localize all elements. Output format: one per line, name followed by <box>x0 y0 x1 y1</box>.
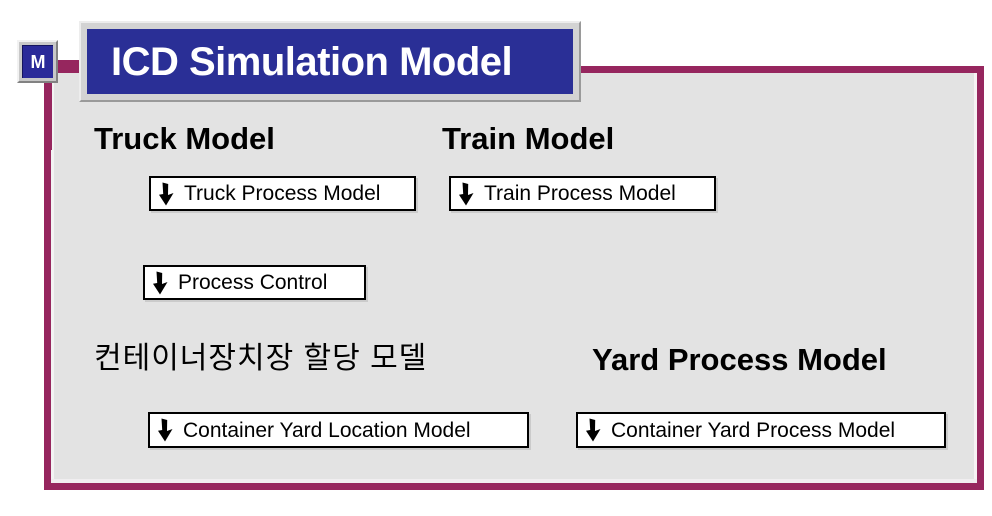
title-bar-inner: ICD Simulation Model <box>87 29 573 94</box>
node-label: Container Yard Process Model <box>611 418 896 442</box>
node-truck-process-model[interactable]: Truck Process Model <box>149 176 416 211</box>
page-title: ICD Simulation Model <box>111 39 513 84</box>
down-arrow-icon <box>159 182 174 205</box>
model-root-icon-label: M <box>22 45 53 78</box>
node-train-process-model[interactable]: Train Process Model <box>449 176 716 211</box>
diagram-canvas: M ICD Simulation Model Truck Model Train… <box>0 0 992 516</box>
down-arrow-icon <box>586 418 601 442</box>
node-label: Truck Process Model <box>184 182 381 205</box>
section-heading-truck: Truck Model <box>94 121 275 156</box>
node-container-yard-process-model[interactable]: Container Yard Process Model <box>576 412 946 448</box>
model-root-icon[interactable]: M <box>17 40 58 83</box>
node-label: Container Yard Location Model <box>183 418 471 442</box>
down-arrow-icon <box>153 271 168 294</box>
panel-right-highlight <box>974 73 977 483</box>
section-heading-train: Train Model <box>442 121 615 156</box>
down-arrow-icon <box>459 182 474 205</box>
node-container-yard-location-model[interactable]: Container Yard Location Model <box>148 412 529 448</box>
down-arrow-icon <box>158 418 173 442</box>
node-label: Process Control <box>178 271 328 294</box>
section-heading-yard-process: Yard Process Model <box>592 342 887 377</box>
node-process-control[interactable]: Process Control <box>143 265 366 300</box>
section-heading-yard-allocation: 컨테이너장치장 할당 모델 <box>94 342 428 375</box>
title-bar: ICD Simulation Model <box>79 21 581 102</box>
connector-icon-to-frame <box>44 80 52 150</box>
node-label: Train Process Model <box>484 182 676 205</box>
panel-bottom-highlight <box>51 479 977 483</box>
